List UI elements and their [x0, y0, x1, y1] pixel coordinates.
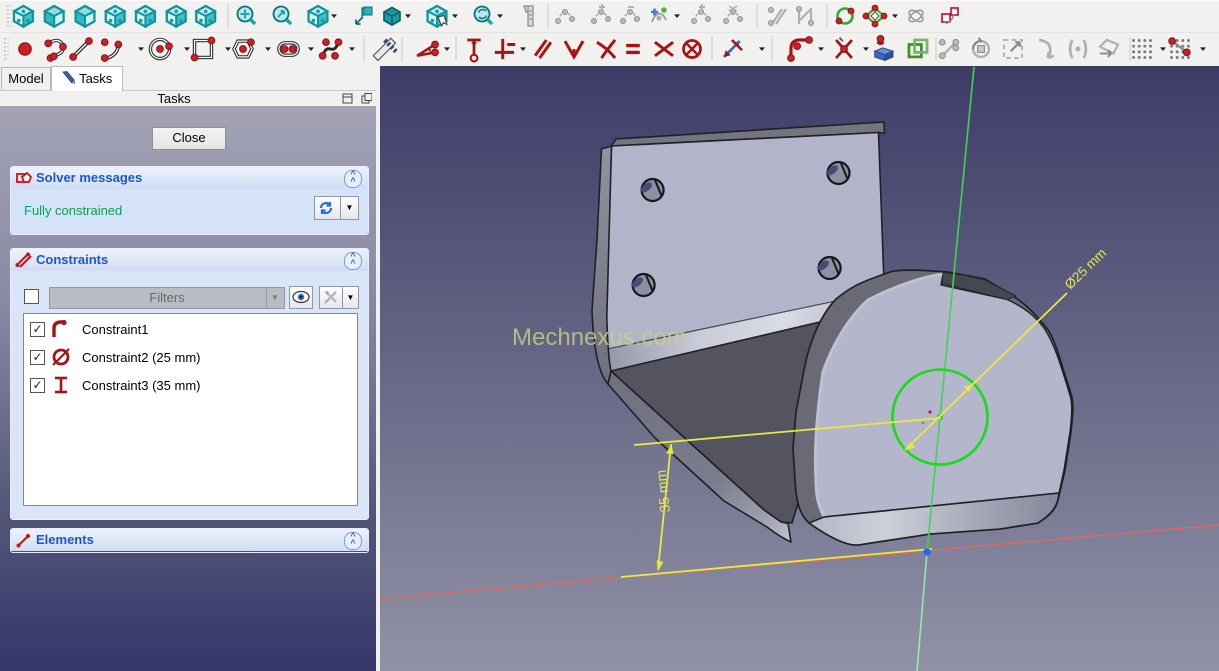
- svg-text:Mechnexus.com: Mechnexus.com: [512, 324, 687, 351]
